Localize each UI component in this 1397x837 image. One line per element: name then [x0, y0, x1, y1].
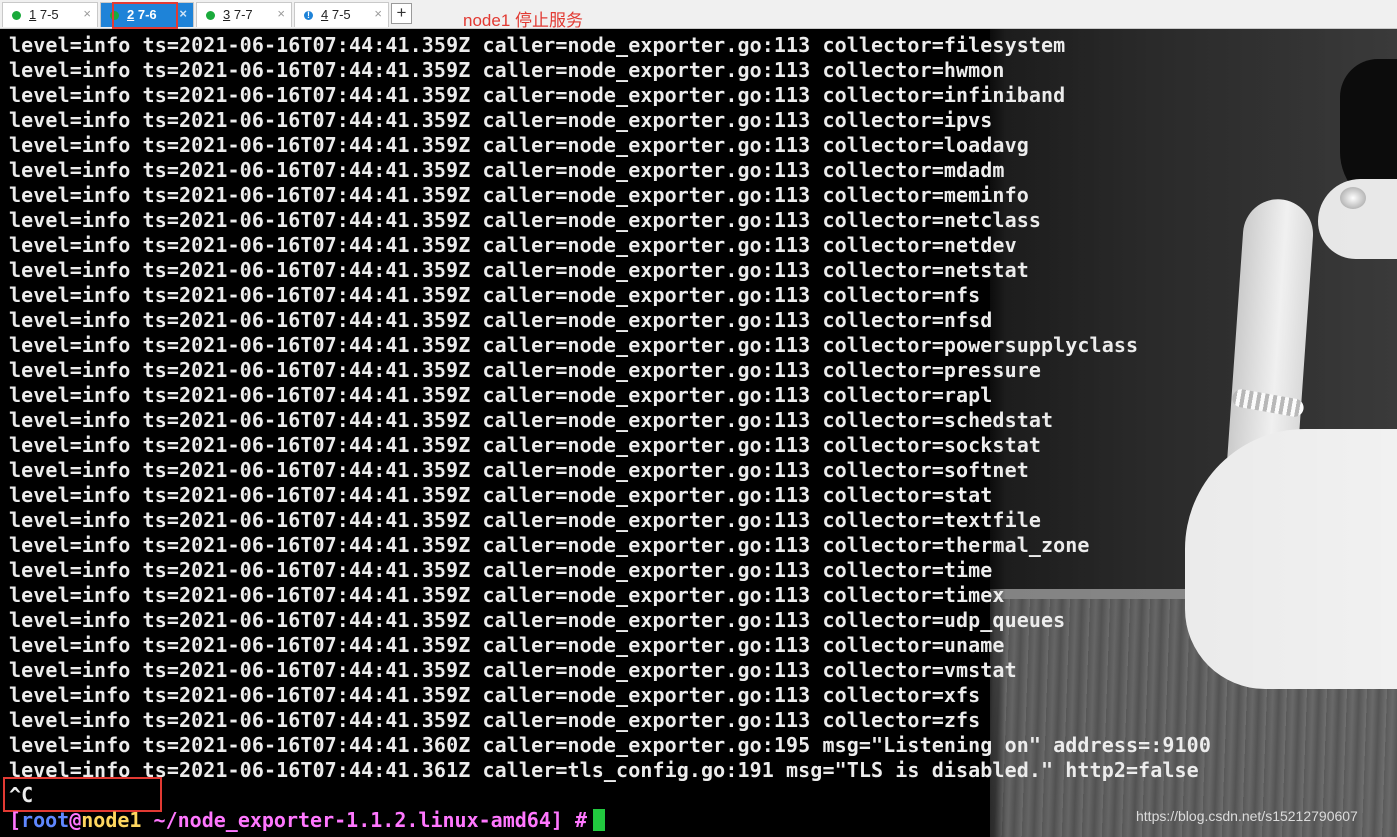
- log-line: level=info ts=2021-06-16T07:44:41.359Z c…: [9, 358, 1041, 382]
- tab-label: 3 7-7: [223, 7, 253, 22]
- log-line: level=info ts=2021-06-16T07:44:41.359Z c…: [9, 708, 981, 732]
- log-line: level=info ts=2021-06-16T07:44:41.359Z c…: [9, 508, 1041, 532]
- prompt-at: @: [69, 808, 82, 832]
- new-tab-button[interactable]: +: [391, 3, 412, 24]
- log-line: level=info ts=2021-06-16T07:44:41.359Z c…: [9, 658, 1017, 682]
- prompt-symbol: #: [562, 808, 588, 832]
- ctrl-c-highlight-box: [3, 777, 162, 812]
- log-line: level=info ts=2021-06-16T07:44:41.359Z c…: [9, 108, 993, 132]
- log-line: level=info ts=2021-06-16T07:44:41.359Z c…: [9, 258, 1029, 282]
- tab-label: 4 7-5: [321, 7, 351, 22]
- log-line: level=info ts=2021-06-16T07:44:41.359Z c…: [9, 583, 1005, 607]
- log-line: level=info ts=2021-06-16T07:44:41.359Z c…: [9, 458, 1029, 482]
- tab-3[interactable]: 3 7-7 ×: [196, 2, 292, 27]
- text-cursor: [593, 809, 606, 831]
- log-line: level=info ts=2021-06-16T07:44:41.359Z c…: [9, 33, 1066, 57]
- close-icon[interactable]: ×: [374, 6, 382, 21]
- prompt-host: node1: [81, 808, 142, 832]
- prompt-bracket: [: [9, 808, 22, 832]
- log-line: level=info ts=2021-06-16T07:44:41.359Z c…: [9, 208, 1041, 232]
- active-tab-highlight-box: [112, 2, 178, 29]
- log-line: level=info ts=2021-06-16T07:44:41.359Z c…: [9, 233, 1017, 257]
- log-line: level=info ts=2021-06-16T07:44:41.359Z c…: [9, 83, 1066, 107]
- prompt-path: ~/node_exporter-1.1.2.linux-amd64]: [141, 808, 563, 832]
- close-icon[interactable]: ×: [277, 6, 285, 21]
- log-line: level=info ts=2021-06-16T07:44:41.359Z c…: [9, 408, 1054, 432]
- info-icon: !: [304, 11, 313, 20]
- prompt-user: root: [21, 808, 70, 832]
- tab-label: 1 7-5: [29, 7, 59, 22]
- tab-4[interactable]: ! 4 7-5 ×: [294, 2, 389, 27]
- log-line: level=info ts=2021-06-16T07:44:41.359Z c…: [9, 633, 1005, 657]
- log-line: level=info ts=2021-06-16T07:44:41.359Z c…: [9, 58, 1005, 82]
- status-dot-icon: [206, 11, 215, 20]
- log-line: level=info ts=2021-06-16T07:44:41.359Z c…: [9, 183, 1029, 207]
- log-line: level=info ts=2021-06-16T07:44:41.359Z c…: [9, 608, 1066, 632]
- log-line: level=info ts=2021-06-16T07:44:41.359Z c…: [9, 308, 993, 332]
- annotation-text: node1 停止服务: [463, 11, 583, 30]
- log-line: level=info ts=2021-06-16T07:44:41.360Z c…: [9, 733, 1211, 757]
- log-line: level=info ts=2021-06-16T07:44:41.359Z c…: [9, 683, 981, 707]
- log-line: level=info ts=2021-06-16T07:44:41.359Z c…: [9, 433, 1041, 457]
- tab-1[interactable]: 1 7-5 ×: [2, 2, 98, 27]
- watermark: https://blog.csdn.net/s15212790607: [1136, 808, 1358, 824]
- shell-prompt[interactable]: [root@node1 ~/node_exporter-1.1.2.linux-…: [9, 808, 606, 833]
- log-line: level=info ts=2021-06-16T07:44:41.361Z c…: [9, 758, 1199, 782]
- log-line: level=info ts=2021-06-16T07:44:41.359Z c…: [9, 383, 993, 407]
- log-line: level=info ts=2021-06-16T07:44:41.359Z c…: [9, 283, 981, 307]
- close-icon[interactable]: ×: [179, 6, 187, 21]
- log-line: level=info ts=2021-06-16T07:44:41.359Z c…: [9, 333, 1139, 357]
- log-line: level=info ts=2021-06-16T07:44:41.359Z c…: [9, 533, 1090, 557]
- close-icon[interactable]: ×: [83, 6, 91, 21]
- terminal-output[interactable]: level=info ts=2021-06-16T07:44:41.359Z c…: [0, 29, 1397, 837]
- log-line: level=info ts=2021-06-16T07:44:41.359Z c…: [9, 133, 1029, 157]
- status-dot-icon: [12, 11, 21, 20]
- log-line: level=info ts=2021-06-16T07:44:41.359Z c…: [9, 483, 993, 507]
- log-line: level=info ts=2021-06-16T07:44:41.359Z c…: [9, 558, 993, 582]
- tab-bar: 1 7-5 × 2 7-6 × 3 7-7 × ! 4 7-5 × + node…: [0, 0, 1397, 30]
- log-line: level=info ts=2021-06-16T07:44:41.359Z c…: [9, 158, 1005, 182]
